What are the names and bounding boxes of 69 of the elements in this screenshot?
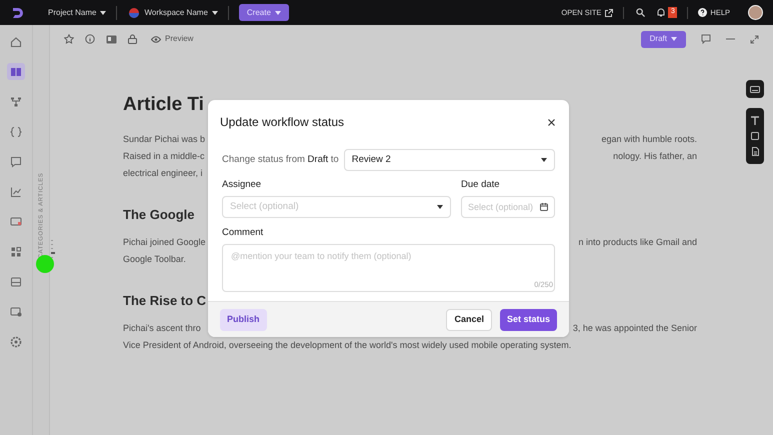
set-status-button[interactable]: Set status (500, 308, 557, 330)
caret-icon (541, 158, 547, 162)
comment-icon[interactable] (701, 34, 711, 44)
chat-icon (10, 156, 22, 168)
project-dropdown[interactable]: Project Name (48, 6, 106, 18)
grid-icon (10, 246, 22, 258)
home-icon (10, 36, 22, 48)
cancel-button[interactable]: Cancel (446, 308, 492, 330)
caret-icon (274, 10, 281, 14)
close-icon[interactable] (548, 118, 555, 126)
star-icon[interactable] (64, 34, 74, 44)
minimize-icon[interactable] (726, 38, 735, 40)
paragraph-text: Pichai joined Google (123, 236, 206, 249)
workspace-dropdown[interactable]: Workspace Name (144, 6, 218, 18)
paragraph-text: Google Toolbar. (123, 252, 186, 266)
bell-icon[interactable] (657, 8, 666, 17)
calendar-icon (540, 203, 548, 212)
keyboard-icon[interactable] (750, 86, 760, 92)
caret-icon (671, 37, 677, 41)
slider-marks-drawing (51, 240, 55, 259)
hierarchy-icon (10, 96, 22, 108)
text-icon[interactable] (751, 116, 759, 125)
external-link-icon (605, 8, 614, 16)
paragraph-text: Vice President of Android, overseeing the development of the world's most widely used mobile operating system. (123, 338, 572, 352)
paragraph-text: n into products like Gmail and (578, 236, 697, 249)
preview-button[interactable]: Preview (151, 33, 194, 45)
device-icon (10, 306, 22, 318)
paragraph-text: electrical engineer, i (123, 166, 203, 180)
drawer-icon (10, 276, 22, 288)
document-icon[interactable] (752, 147, 758, 156)
caret-icon (437, 205, 443, 210)
lock-icon[interactable] (128, 34, 137, 44)
paragraph-text: nology. His father, an (613, 150, 697, 163)
paragraph-text: Raised in a middle-c (123, 150, 205, 163)
chart-icon (10, 186, 22, 198)
status-select[interactable]: Review 2 (344, 149, 555, 171)
section-heading: The Google (123, 206, 194, 224)
dialog-title: Update workflow status (220, 114, 344, 131)
caret-icon (100, 10, 106, 14)
keyboard-toolbar[interactable] (746, 80, 764, 98)
paragraph-text: Pichai's ascent thro (123, 322, 201, 335)
card-icon[interactable] (106, 34, 117, 44)
paragraph-text: Sundar Pichai was b (123, 132, 206, 146)
logo-icon[interactable] (10, 6, 24, 20)
search-icon[interactable] (636, 8, 646, 17)
field-label: Due date (461, 178, 501, 192)
eye-icon (151, 36, 161, 42)
publish-button[interactable]: Publish (220, 308, 267, 330)
status-button[interactable]: Draft (640, 30, 686, 48)
image-icon[interactable] (751, 132, 759, 140)
avatar[interactable] (748, 5, 763, 20)
field-label: Assignee (222, 178, 262, 192)
create-button[interactable]: Create (238, 4, 289, 21)
info-icon[interactable] (85, 34, 95, 44)
paragraph-text: egan with humble roots. (601, 132, 697, 146)
book-icon (10, 66, 22, 78)
paragraph-text: 3, he was appointed the Senior (572, 322, 697, 335)
section-heading: The Rise to C (123, 292, 206, 310)
sidebar-item[interactable] (7, 63, 25, 80)
expand-icon[interactable] (750, 34, 759, 44)
caret-icon (212, 10, 218, 14)
help-icon (698, 8, 708, 17)
article-title: Article Ti (123, 93, 204, 117)
globe-icon (129, 8, 140, 18)
gear-icon (10, 336, 22, 348)
monitor-icon (10, 216, 22, 228)
field-label: Comment (222, 226, 264, 240)
braces-icon (10, 126, 22, 138)
status-prompt: Change status from Draft to (222, 152, 339, 167)
